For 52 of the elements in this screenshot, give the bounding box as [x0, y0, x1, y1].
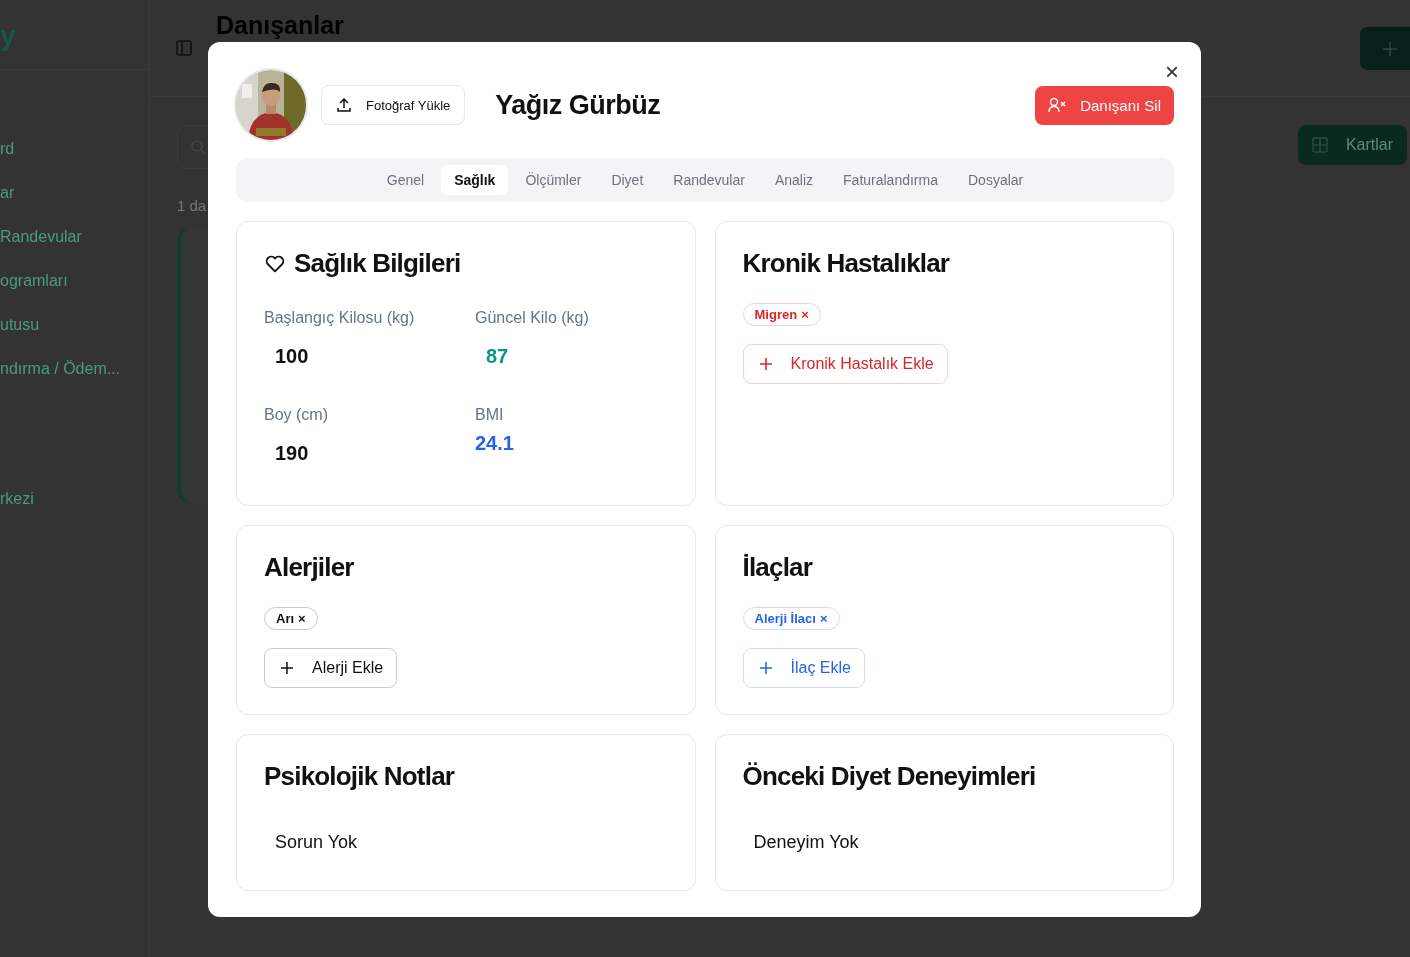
upload-button[interactable]: Fotoğraf Yükle [321, 85, 466, 125]
field-label: Boy (cm) [264, 406, 329, 424]
tab[interactable]: Ölçümler [512, 165, 595, 195]
field-value: 24.1 [475, 432, 515, 455]
close-button[interactable]: × [1163, 60, 1181, 84]
sidebar-item[interactable]: rkezi [0, 490, 149, 508]
sidebar-item[interactable]: ogramları [0, 270, 149, 292]
field-value: 87 [486, 345, 510, 368]
field-value: 190 [275, 442, 310, 465]
add-button[interactable]: İlaç Ekle [742, 648, 865, 688]
grid-icon [1311, 137, 1328, 153]
sidebar-item[interactable]: utusu [0, 314, 149, 336]
upload-icon [336, 97, 352, 113]
sidebar-item[interactable]: ar [0, 182, 149, 204]
plus-icon [280, 661, 294, 675]
field-label: Başlangıç Kilosu (kg) [264, 309, 416, 327]
remove-user-icon [1048, 97, 1067, 113]
remove-button[interactable]: × [801, 306, 809, 323]
card-title: İlaçlar [742, 552, 813, 583]
plus-icon [758, 661, 773, 675]
count-text: 1 da [177, 197, 207, 214]
tab[interactable]: Dosyalar [955, 165, 1037, 195]
delete-button[interactable]: Danışanı Sil [1035, 85, 1174, 125]
note-text: Sorun Yok [275, 832, 359, 853]
add-button[interactable]: Alerji Ekle [264, 648, 398, 688]
remove-button[interactable]: × [819, 610, 828, 627]
sidebar-item[interactable]: ndırma / Ödem... [0, 358, 149, 380]
sidebar-toggle-icon[interactable] [176, 40, 192, 56]
tab[interactable]: Analiz [761, 165, 827, 195]
add-button[interactable] [1360, 27, 1410, 70]
field-value: 100 [275, 345, 310, 368]
card-title: Alerjiler [264, 552, 354, 583]
tab[interactable]: Diyet [598, 165, 657, 195]
client-name: Yağız Gürbüz [495, 89, 662, 121]
view-button[interactable]: Kartlar [1297, 125, 1407, 165]
sidebar-item[interactable]: rd [0, 138, 149, 160]
card-title: Sağlık Bilgileri [294, 248, 461, 279]
tab[interactable]: Faturalandırma [830, 165, 951, 195]
add-button[interactable]: Kronik Hastalık Ekle [742, 344, 948, 384]
tab[interactable]: Genel [373, 165, 438, 195]
tab[interactable]: Sağlık [441, 165, 509, 195]
note-text: Deneyim Yok [753, 832, 860, 853]
field-label: BMI [475, 406, 505, 424]
sidebar-item[interactable]: Randevular [0, 226, 149, 248]
card-title: Psikolojik Notlar [264, 761, 455, 792]
card-title: Önceki Diyet Deneyimleri [742, 761, 1036, 792]
plus-icon [758, 357, 773, 371]
plus-icon [1382, 40, 1398, 57]
remove-button[interactable]: × [298, 610, 306, 627]
tab[interactable]: Randevular [660, 165, 758, 195]
card-title: Kronik Hastalıklar [742, 248, 950, 279]
field-label: Güncel Kilo (kg) [475, 309, 590, 327]
